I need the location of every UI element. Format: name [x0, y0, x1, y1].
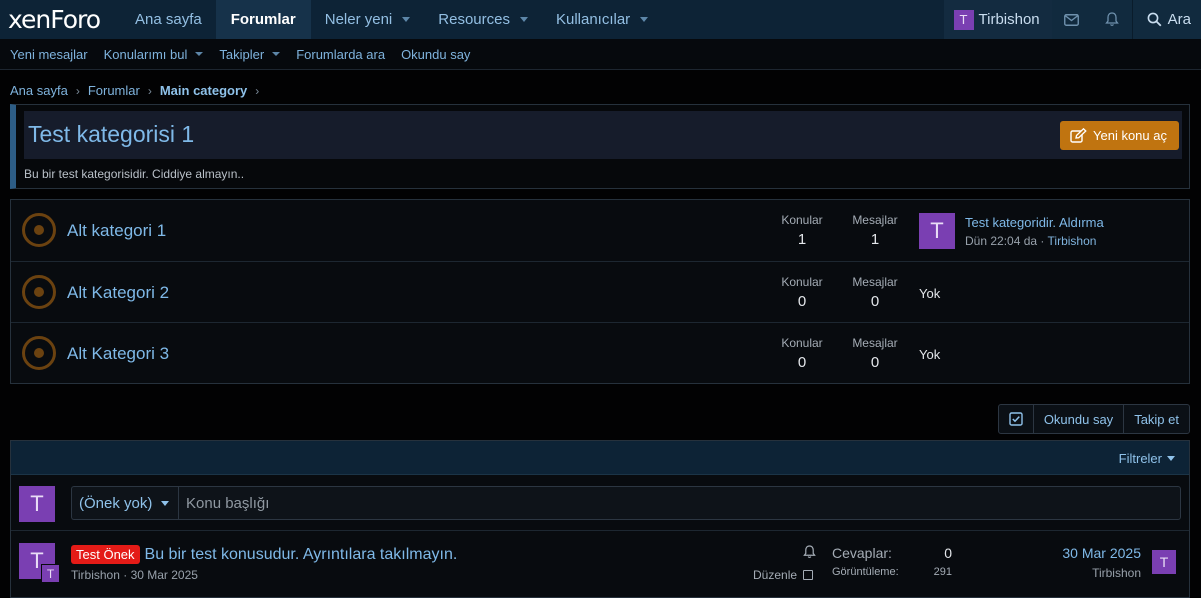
- forum-read-icon: [22, 336, 56, 370]
- messages-count: Mesajlar 0: [852, 275, 898, 310]
- breadcrumb-item-main-category[interactable]: Main category: [160, 83, 247, 98]
- topics-count: Konular 0: [781, 275, 823, 310]
- thread-title[interactable]: Bu bir test konusudur. Ayrıntılara takıl…: [145, 546, 458, 564]
- subnav-search-forums[interactable]: Forumlarda ara: [296, 47, 385, 62]
- nav-tab-forums[interactable]: Forumlar: [215, 0, 311, 39]
- avatar[interactable]: T: [1152, 550, 1176, 574]
- forum-actions: Okundu say Takip et: [997, 404, 1190, 434]
- chevron-down-icon[interactable]: [195, 52, 204, 56]
- thread-list: Filtreler T (Önek yok) T T Test Önek Bu …: [10, 440, 1190, 598]
- prefix-select[interactable]: (Önek yok): [71, 486, 178, 520]
- account-menu[interactable]: T Tirbishon: [943, 0, 1052, 39]
- last-post-time[interactable]: Dün 22:04 da: [965, 234, 1037, 248]
- top-navigation: xenForo Ana sayfa Forumlar Neler yeni Re…: [0, 0, 1201, 39]
- avatar: T: [19, 486, 55, 522]
- quick-thread-form: T (Önek yok): [11, 476, 1189, 531]
- nav-tab-members[interactable]: Kullanıcılar: [542, 0, 662, 39]
- select-threads-button[interactable]: [999, 405, 1033, 433]
- no-last-post: Yok: [919, 347, 941, 362]
- messages-count: Mesajlar 1: [852, 213, 898, 248]
- avatar[interactable]: T: [41, 564, 60, 583]
- breadcrumb: Ana sayfa › Forumlar › Main category ›: [10, 83, 267, 98]
- bell-icon: [803, 545, 816, 559]
- no-last-post: Yok: [919, 286, 941, 301]
- thread-row: T T Test Önek Bu bir test konusudur. Ayr…: [11, 532, 1189, 592]
- chevron-down-icon[interactable]: [161, 501, 169, 506]
- thread-select-checkbox[interactable]: [803, 570, 814, 580]
- subforum-title[interactable]: Alt Kategori 2: [67, 283, 169, 303]
- category-header: Test kategorisi 1 Yeni konu aç Bu bir te…: [10, 104, 1190, 189]
- avatar: T: [953, 9, 974, 30]
- topics-count: Konular 1: [781, 213, 823, 248]
- subforum-row: Alt Kategori 2 Konular 0 Mesajlar 0 Yok: [11, 261, 1189, 322]
- last-post-user[interactable]: Tirbishon: [1062, 566, 1141, 580]
- category-title-bar: Test kategorisi 1 Yeni konu aç: [24, 111, 1182, 159]
- chevron-right-icon: ›: [75, 83, 80, 98]
- account-username: Tirbishon: [978, 11, 1040, 28]
- subnav-watched[interactable]: Takipler: [219, 47, 281, 62]
- last-post-user[interactable]: Tirbishon: [1048, 234, 1097, 248]
- nav-tab-home[interactable]: Ana sayfa: [121, 0, 216, 39]
- forum-read-icon: [22, 213, 56, 247]
- thread-filter-bar: Filtreler: [11, 441, 1189, 475]
- nav-tab-whats-new[interactable]: Neler yeni: [311, 0, 425, 39]
- bell-icon: [1104, 12, 1119, 26]
- chevron-down-icon[interactable]: [519, 17, 528, 22]
- thread-prefix-badge[interactable]: Test Önek: [71, 545, 140, 564]
- messages-count: Mesajlar 0: [852, 336, 898, 371]
- alerts-button[interactable]: [1091, 0, 1132, 39]
- search-button[interactable]: Ara: [1131, 0, 1201, 39]
- mark-read-button[interactable]: Okundu say: [1032, 405, 1123, 433]
- envelope-icon: [1064, 13, 1080, 26]
- subnav-mark-read[interactable]: Okundu say: [401, 47, 470, 62]
- forum-read-icon: [22, 275, 56, 309]
- breadcrumb-item-home[interactable]: Ana sayfa: [10, 83, 68, 98]
- subforum-title[interactable]: Alt kategori 1: [67, 221, 166, 241]
- watch-thread-button[interactable]: [803, 545, 816, 559]
- page-title: Test kategorisi 1: [28, 121, 195, 147]
- follow-button[interactable]: Takip et: [1123, 405, 1189, 433]
- chevron-down-icon[interactable]: [272, 52, 281, 56]
- sub-navigation: Yeni mesajlar Konularımı bul Takipler Fo…: [0, 39, 1201, 70]
- last-post-date[interactable]: 30 Mar 2025: [1062, 545, 1141, 561]
- filters-dropdown[interactable]: Filtreler: [1119, 451, 1175, 466]
- edit-thread-control[interactable]: Düzenle: [753, 568, 814, 582]
- subforum-list: Alt kategori 1 Konular 1 Mesajlar 1 T Test…: [10, 199, 1190, 384]
- subforum-title[interactable]: Alt Kategori 3: [67, 344, 169, 364]
- last-post: T Test kategoridir. Aldırma Dün 22:04 da…: [919, 213, 1104, 249]
- thread-last-post: 30 Mar 2025 Tirbishon: [1062, 545, 1141, 580]
- chevron-down-icon[interactable]: [640, 17, 649, 22]
- thread-meta[interactable]: Tirbishon · 30 Mar 2025: [71, 568, 198, 582]
- subnav-new-posts[interactable]: Yeni mesajlar: [10, 47, 88, 62]
- category-description: Bu bir test kategorisidir. Ciddiye almay…: [24, 167, 245, 181]
- last-post-title[interactable]: Test kategoridir. Aldırma: [965, 215, 1104, 230]
- new-topic-button[interactable]: Yeni konu aç: [1060, 121, 1179, 150]
- avatar[interactable]: T: [919, 213, 955, 249]
- nav-tab-resources[interactable]: Resources: [424, 0, 542, 39]
- subnav-find-threads[interactable]: Konularımı bul: [104, 47, 204, 62]
- checkbox-icon: [1009, 412, 1023, 426]
- conversations-button[interactable]: [1051, 0, 1092, 39]
- thread-title-input[interactable]: [178, 486, 1181, 520]
- site-logo[interactable]: xenForo: [0, 0, 121, 39]
- breadcrumb-item-forums[interactable]: Forumlar: [88, 83, 140, 98]
- topics-count: Konular 0: [781, 336, 823, 371]
- search-icon: [1147, 12, 1162, 27]
- edit-icon: [1070, 128, 1087, 143]
- chevron-down-icon[interactable]: [1167, 456, 1175, 461]
- chevron-right-icon: ›: [147, 83, 152, 98]
- thread-stats: Cevaplar: 0 Görüntüleme: 291: [832, 545, 952, 578]
- subforum-row: Alt kategori 1 Konular 1 Mesajlar 1 T Test…: [11, 200, 1189, 261]
- chevron-right-icon: ›: [255, 83, 260, 98]
- subforum-row: Alt Kategori 3 Konular 0 Mesajlar 0 Yok: [11, 322, 1189, 383]
- chevron-down-icon[interactable]: [402, 17, 411, 22]
